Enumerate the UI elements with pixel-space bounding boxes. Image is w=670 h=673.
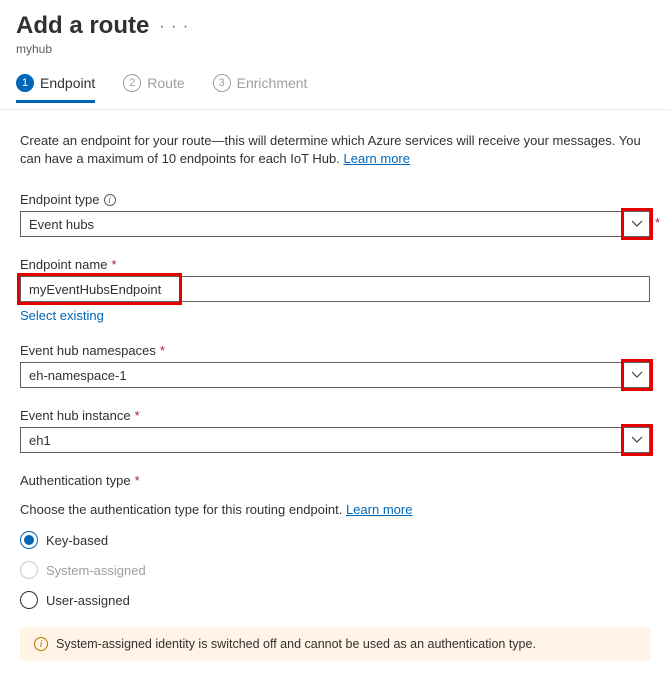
field-instance: Event hub instance *	[20, 408, 650, 453]
learn-more-link[interactable]: Learn more	[346, 502, 412, 517]
warning-banner: i System-assigned identity is switched o…	[20, 627, 650, 661]
field-endpoint-type: Endpoint type i *	[20, 192, 650, 237]
endpoint-type-select[interactable]	[20, 211, 650, 237]
label-endpoint-name: Endpoint name	[20, 257, 107, 272]
tab-step-number: 3	[213, 74, 231, 92]
divider	[0, 109, 670, 110]
endpoint-name-input[interactable]	[20, 276, 650, 302]
auth-description: Choose the authentication type for this …	[20, 502, 650, 517]
required-asterisk: *	[135, 473, 140, 488]
tab-label: Endpoint	[40, 75, 95, 91]
tab-step-number: 2	[123, 74, 141, 92]
radio-label: System-assigned	[46, 563, 146, 578]
label-namespace: Event hub namespaces	[20, 343, 156, 358]
tab-step-number: 1	[16, 74, 34, 92]
step-tabs: 1 Endpoint 2 Route 3 Enrichment	[16, 70, 654, 103]
instance-select[interactable]	[20, 427, 650, 453]
radio-user-assigned[interactable]: User-assigned	[20, 591, 650, 609]
radio-icon	[20, 591, 38, 609]
tab-enrichment[interactable]: 3 Enrichment	[213, 70, 308, 103]
tab-route[interactable]: 2 Route	[123, 70, 184, 103]
label-instance: Event hub instance	[20, 408, 131, 423]
radio-icon	[20, 531, 38, 549]
radio-icon	[20, 561, 38, 579]
tab-label: Route	[147, 75, 184, 91]
radio-system-assigned: System-assigned	[20, 561, 650, 579]
info-icon: i	[34, 637, 48, 651]
learn-more-link[interactable]: Learn more	[344, 151, 410, 166]
field-endpoint-name: Endpoint name * Select existing	[20, 257, 650, 323]
radio-label: User-assigned	[46, 593, 130, 608]
required-asterisk: *	[655, 215, 660, 230]
required-asterisk: *	[111, 257, 116, 272]
intro-body: Create an endpoint for your route—this w…	[20, 133, 641, 166]
intro-text: Create an endpoint for your route—this w…	[20, 132, 650, 168]
label-auth-type: Authentication type	[20, 473, 131, 488]
more-actions-button[interactable]: · · ·	[159, 18, 189, 36]
hub-name: myhub	[16, 42, 654, 56]
select-existing-link[interactable]: Select existing	[20, 308, 104, 323]
namespace-select[interactable]	[20, 362, 650, 388]
auth-radio-group: Key-based System-assigned User-assigned	[20, 531, 650, 609]
label-endpoint-type: Endpoint type	[20, 192, 100, 207]
tab-endpoint[interactable]: 1 Endpoint	[16, 70, 95, 103]
required-asterisk: *	[135, 408, 140, 423]
field-auth-type: Authentication type * Choose the authent…	[20, 473, 650, 609]
radio-key-based[interactable]: Key-based	[20, 531, 650, 549]
warning-text: System-assigned identity is switched off…	[56, 637, 536, 651]
auth-desc-text: Choose the authentication type for this …	[20, 502, 346, 517]
required-asterisk: *	[160, 343, 165, 358]
page-title: Add a route	[16, 12, 149, 40]
radio-label: Key-based	[46, 533, 108, 548]
info-icon[interactable]: i	[104, 194, 116, 206]
tab-label: Enrichment	[237, 75, 308, 91]
field-namespace: Event hub namespaces *	[20, 343, 650, 388]
